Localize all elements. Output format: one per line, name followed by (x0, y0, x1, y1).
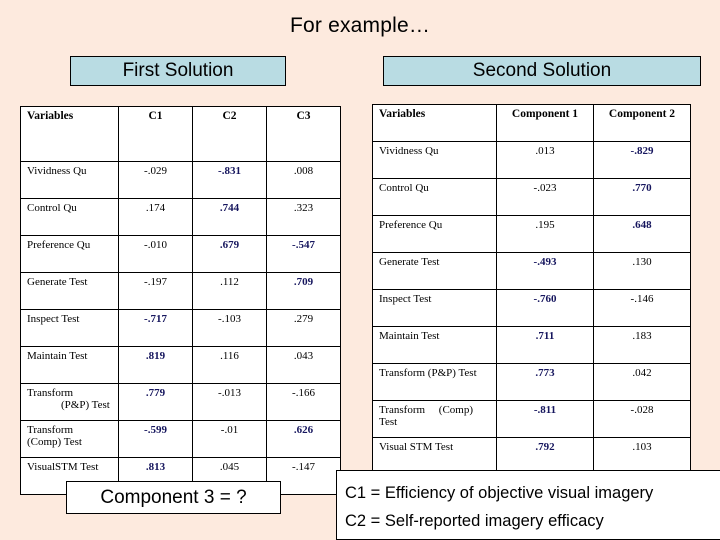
column-header-component-1: Component 1 (496, 104, 594, 142)
variable-cell: Transform (P&P) Test (372, 363, 497, 401)
variable-cell: Transform (Comp) Test (372, 400, 497, 438)
value-cell: -.547 (266, 235, 341, 273)
value-cell: .773 (496, 363, 594, 401)
table-row: Generate Test -.197.112.709 (20, 272, 341, 310)
value-cell: .008 (266, 161, 341, 199)
variable-cell: Inspect Test (372, 289, 497, 327)
value-cell: -.01 (192, 420, 267, 458)
value-cell: -.023 (496, 178, 594, 216)
table-row: Generate Test -.493.130 (372, 252, 691, 290)
first-solution-table-header: Variables C1 C2 C3 (20, 106, 341, 162)
second-solution-table-header: Variables Component 1 Component 2 (372, 104, 691, 142)
variable-cell: Control Qu (20, 198, 119, 236)
legend-line-c2: C2 = Self-reported imagery efficacy (345, 512, 604, 530)
value-cell: .042 (593, 363, 691, 401)
value-cell: -.013 (192, 383, 267, 421)
value-cell: .626 (266, 420, 341, 458)
value-cell: -.831 (192, 161, 267, 199)
table-row: Inspect Test -.717 -.103.279 (20, 309, 341, 347)
value-cell: .103 (593, 437, 691, 475)
column-header-c3: C3 (266, 106, 341, 162)
variable-cell: Maintain Test (372, 326, 497, 364)
table-row: Transform (Comp) Test -.811 -.028 (372, 400, 691, 438)
variable-cell: Transform (P&P) Test (20, 383, 119, 421)
value-cell: .116 (192, 346, 267, 384)
value-cell: -.010 (118, 235, 193, 273)
variable-cell: Preference Qu (372, 215, 497, 253)
component3-box: Component 3 = ? (66, 481, 281, 514)
variable-cell: Preference Qu (20, 235, 119, 273)
value-cell: .792 (496, 437, 594, 475)
table-row: Transform (P&P) Test .779 -.013 -.166 (20, 383, 341, 421)
table-row: Maintain Test .819.116.043 (20, 346, 341, 384)
table-row: Transform (P&P) Test .773.042 (372, 363, 691, 401)
table-row: Visual STM Test .792.103 (372, 437, 691, 475)
second-solution-table: Variables Component 1 Component 2 Vividnes… (372, 104, 691, 475)
variable-cell: Vividness Qu (372, 141, 497, 179)
table-row: Maintain Test .711.183 (372, 326, 691, 364)
variable-cell: Control Qu (372, 178, 497, 216)
table-row: Inspect Test -.760 -.146 (372, 289, 691, 327)
value-cell: -.029 (118, 161, 193, 199)
value-cell: .323 (266, 198, 341, 236)
column-header-variables: Variables (372, 104, 497, 142)
column-header-component-2: Component 2 (593, 104, 691, 142)
value-cell: -.166 (266, 383, 341, 421)
first-solution-table: Variables C1 C2 C3 Vividness Qu -.029 -.831.0… (20, 106, 341, 495)
value-cell: .711 (496, 326, 594, 364)
value-cell: -.493 (496, 252, 594, 290)
second-solution-header: Second Solution (383, 56, 701, 86)
page-title: For example… (289, 14, 431, 37)
value-cell: -.829 (593, 141, 691, 179)
variable-cell: Generate Test (372, 252, 497, 290)
value-cell: -.103 (192, 309, 267, 347)
variable-cell: Visual STM Test (372, 437, 497, 475)
table-row: Control Qu -.023.770 (372, 178, 691, 216)
first-solution-header: First Solution (70, 56, 286, 86)
value-cell: .779 (118, 383, 193, 421)
legend-box: C1 = Efficiency of objective visual imag… (336, 470, 720, 540)
table-row: Preference Qu -.010.679 -.547 (20, 235, 341, 273)
second-solution-table-body: Vividness Qu .013 -.829 Control Qu -.023.770… (372, 141, 691, 475)
value-cell: .709 (266, 272, 341, 310)
value-cell: -.760 (496, 289, 594, 327)
variable-cell: Vividness Qu (20, 161, 119, 199)
value-cell: .744 (192, 198, 267, 236)
value-cell: .013 (496, 141, 594, 179)
value-cell: .174 (118, 198, 193, 236)
value-cell: .112 (192, 272, 267, 310)
value-cell: .819 (118, 346, 193, 384)
variable-cell: Transform (Comp) Test (20, 420, 119, 458)
value-cell: -.717 (118, 309, 193, 347)
variable-cell: Maintain Test (20, 346, 119, 384)
value-cell: -.146 (593, 289, 691, 327)
table-row: Preference Qu .195.648 (372, 215, 691, 253)
value-cell: .279 (266, 309, 341, 347)
column-header-c1: C1 (118, 106, 193, 162)
table-row: Transform (Comp) Test -.599 -.01.626 (20, 420, 341, 458)
column-header-c2: C2 (192, 106, 267, 162)
value-cell: .679 (192, 235, 267, 273)
table-header-row: Variables Component 1 Component 2 (372, 104, 691, 142)
value-cell: -.197 (118, 272, 193, 310)
value-cell: -.028 (593, 400, 691, 438)
variable-cell: Inspect Test (20, 309, 119, 347)
value-cell: .183 (593, 326, 691, 364)
legend-line-c1: C1 = Efficiency of objective visual imag… (345, 484, 654, 502)
table-row: Control Qu .174.744.323 (20, 198, 341, 236)
value-cell: .770 (593, 178, 691, 216)
table-row: Vividness Qu .013 -.829 (372, 141, 691, 179)
value-cell: .648 (593, 215, 691, 253)
table-header-row: Variables C1 C2 C3 (20, 106, 341, 162)
value-cell: .130 (593, 252, 691, 290)
variable-cell: Generate Test (20, 272, 119, 310)
value-cell: .195 (496, 215, 594, 253)
value-cell: -.599 (118, 420, 193, 458)
value-cell: .043 (266, 346, 341, 384)
table-row: Vividness Qu -.029 -.831.008 (20, 161, 341, 199)
first-solution-table-body: Vividness Qu -.029 -.831.008 Control Qu .174… (20, 161, 341, 495)
column-header-variables: Variables (20, 106, 119, 162)
value-cell: -.811 (496, 400, 594, 438)
